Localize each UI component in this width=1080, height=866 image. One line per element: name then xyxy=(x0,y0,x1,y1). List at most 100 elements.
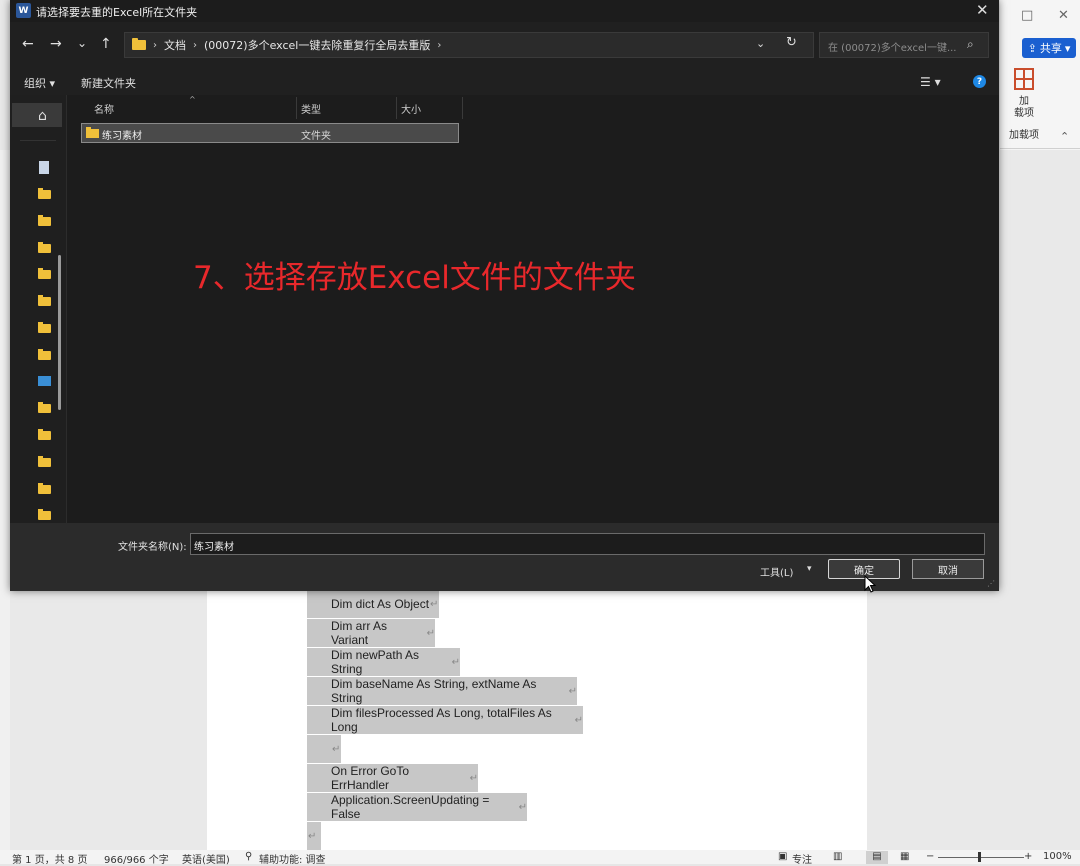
column-header-size[interactable]: 大小 xyxy=(401,101,421,116)
code-text: Dim dict As Object xyxy=(331,597,430,611)
paragraph-mark-icon: ↵ xyxy=(574,714,583,726)
sort-ascending-icon: ^ xyxy=(189,95,196,104)
nav-scrollbar[interactable] xyxy=(58,255,61,410)
nav-item-folder[interactable] xyxy=(38,456,51,467)
accessibility-icon: ⚲ xyxy=(245,851,253,862)
addins-group-label: 加载项 xyxy=(1009,130,1039,141)
nav-item-folder[interactable] xyxy=(38,242,51,253)
restore-icon[interactable]: □ xyxy=(1021,8,1033,23)
view-options-icon[interactable]: ☰ ▾ xyxy=(920,75,941,89)
tools-dropdown-icon[interactable]: ▾ xyxy=(807,564,812,574)
mouse-cursor-icon xyxy=(864,575,876,593)
dialog-title: 请选择要去重的Excel所在文件夹 xyxy=(36,6,198,19)
cancel-button[interactable]: 取消 xyxy=(912,559,984,579)
list-item[interactable]: 练习素材 文件夹 xyxy=(81,123,459,143)
read-mode-icon[interactable]: ▥ xyxy=(833,851,842,862)
code-line[interactable]: ↵ xyxy=(307,735,341,763)
code-line[interactable]: Dim newPath As String ↵ xyxy=(307,648,460,676)
folder-name-field[interactable]: 练习素材 xyxy=(190,533,985,555)
tools-menu[interactable]: 工具(L) xyxy=(760,564,793,579)
recent-locations-icon[interactable]: ⌄ xyxy=(77,36,87,50)
nav-item-folder[interactable] xyxy=(38,509,51,520)
nav-item-folder[interactable] xyxy=(38,402,51,413)
zoom-in-button[interactable]: + xyxy=(1024,851,1032,862)
share-label: 共享 xyxy=(1039,42,1062,55)
nav-item-home[interactable] xyxy=(12,103,62,127)
dialog-titlebar[interactable]: W 请选择要去重的Excel所在文件夹 ✕ xyxy=(10,0,999,22)
code-line[interactable]: Dim dict As Object ↵ xyxy=(307,590,439,618)
zoom-slider[interactable] xyxy=(938,857,1024,858)
paragraph-mark-icon: ↵ xyxy=(332,743,341,755)
help-icon[interactable]: ? xyxy=(973,75,986,88)
code-text: Dim arr As Variant xyxy=(331,619,388,647)
column-header-name[interactable]: 名称 xyxy=(94,101,114,116)
nav-item-folder[interactable] xyxy=(38,483,51,494)
resize-grip-icon[interactable]: ⋰ xyxy=(987,579,995,588)
addins-button[interactable]: 加 载项 加载项 xyxy=(1000,62,1048,148)
column-divider[interactable] xyxy=(296,97,297,119)
chevron-right-icon[interactable]: › xyxy=(437,40,441,51)
close-icon[interactable]: ✕ xyxy=(1058,8,1069,23)
addins-icon xyxy=(1014,68,1034,90)
web-layout-icon[interactable]: ▦ xyxy=(900,851,909,862)
up-arrow-icon[interactable]: ↑ xyxy=(100,36,112,52)
zoom-out-button[interactable]: − xyxy=(926,851,934,862)
code-line[interactable]: On Error GoTo ErrHandler ↵ xyxy=(307,764,478,792)
addins-label-1: 加 xyxy=(1019,96,1029,107)
nav-item-folder[interactable] xyxy=(38,349,51,360)
share-button[interactable]: ⇪ 共享 ▾ xyxy=(1022,38,1076,58)
back-arrow-icon[interactable]: ← xyxy=(22,36,34,52)
search-input[interactable]: 在 (00072)多个excel一键... ⌕ xyxy=(819,32,989,58)
search-icon[interactable]: ⌕ xyxy=(967,37,974,52)
refresh-icon[interactable]: ↻ xyxy=(786,35,797,50)
nav-item-pictures[interactable] xyxy=(38,376,51,386)
chevron-down-icon: ▾ xyxy=(1064,41,1071,55)
dialog-toolbar: 组织 ▾ 新建文件夹 ☰ ▾ ? xyxy=(10,67,999,95)
breadcrumb-documents[interactable]: 文档 xyxy=(164,37,186,53)
organize-menu[interactable]: 组织 ▾ xyxy=(24,75,55,91)
word-left-strip xyxy=(0,150,10,850)
paragraph-mark-icon: ↵ xyxy=(568,685,577,697)
code-text: Dim baseName As String, extName As Strin… xyxy=(331,677,537,705)
ribbon-divider xyxy=(1000,148,1080,149)
collapse-ribbon-icon[interactable]: ⌃ xyxy=(1060,130,1069,143)
code-line[interactable]: Application.ScreenUpdating = False ↵ xyxy=(307,793,527,821)
new-folder-button[interactable]: 新建文件夹 xyxy=(81,75,136,91)
paragraph-mark-icon: ↵ xyxy=(518,801,527,813)
share-icon: ⇪ xyxy=(1027,41,1037,55)
file-list: ^ 名称 类型 大小 练习素材 文件夹 xyxy=(67,95,999,523)
address-dropdown-icon[interactable]: ⌄ xyxy=(756,37,765,50)
forward-arrow-icon[interactable]: → xyxy=(50,36,62,52)
paragraph-mark-icon: ↵ xyxy=(426,627,435,639)
print-layout-icon[interactable]: ▤ xyxy=(866,851,888,864)
file-type: 文件夹 xyxy=(301,131,331,142)
code-line[interactable]: Dim baseName As String, extName As Strin… xyxy=(307,677,577,705)
addins-label-2: 载项 xyxy=(1014,108,1034,119)
close-icon[interactable]: ✕ xyxy=(976,1,989,19)
nav-item-folder[interactable] xyxy=(38,322,51,333)
zoom-slider-thumb[interactable] xyxy=(978,852,981,862)
column-header-type[interactable]: 类型 xyxy=(301,101,321,116)
nav-item-folder[interactable] xyxy=(38,295,51,306)
nav-item-folder[interactable] xyxy=(38,429,51,440)
nav-item-folder[interactable] xyxy=(38,188,51,199)
paragraph-mark-icon: ↵ xyxy=(430,598,439,610)
column-divider[interactable] xyxy=(396,97,397,119)
address-bar[interactable]: › 文档 › (00072)多个excel一键去除重复行全局去重版 › xyxy=(124,32,814,58)
code-line[interactable]: Dim filesProcessed As Long, totalFiles A… xyxy=(307,706,583,734)
file-name: 练习素材 xyxy=(102,131,142,142)
breadcrumb-current-folder[interactable]: (00072)多个excel一键去除重复行全局去重版 xyxy=(204,37,430,53)
code-line[interactable]: Dim arr As Variant ↵ xyxy=(307,619,435,647)
paragraph-mark-icon: ↵ xyxy=(308,830,317,842)
paragraph-mark-icon: ↵ xyxy=(469,772,478,784)
nav-item-folder[interactable] xyxy=(38,215,51,226)
navigation-pane: ⌂ xyxy=(10,95,66,523)
nav-divider xyxy=(20,140,56,141)
code-text: Dim filesProcessed As Long, totalFiles A… xyxy=(331,706,552,734)
zoom-level[interactable]: 100% xyxy=(1043,851,1072,862)
nav-item-documents[interactable] xyxy=(39,161,49,174)
column-divider[interactable] xyxy=(462,97,463,119)
code-line[interactable]: ↵ xyxy=(307,822,321,850)
nav-item-folder[interactable] xyxy=(38,268,51,279)
code-text: Dim newPath As String xyxy=(331,648,420,676)
